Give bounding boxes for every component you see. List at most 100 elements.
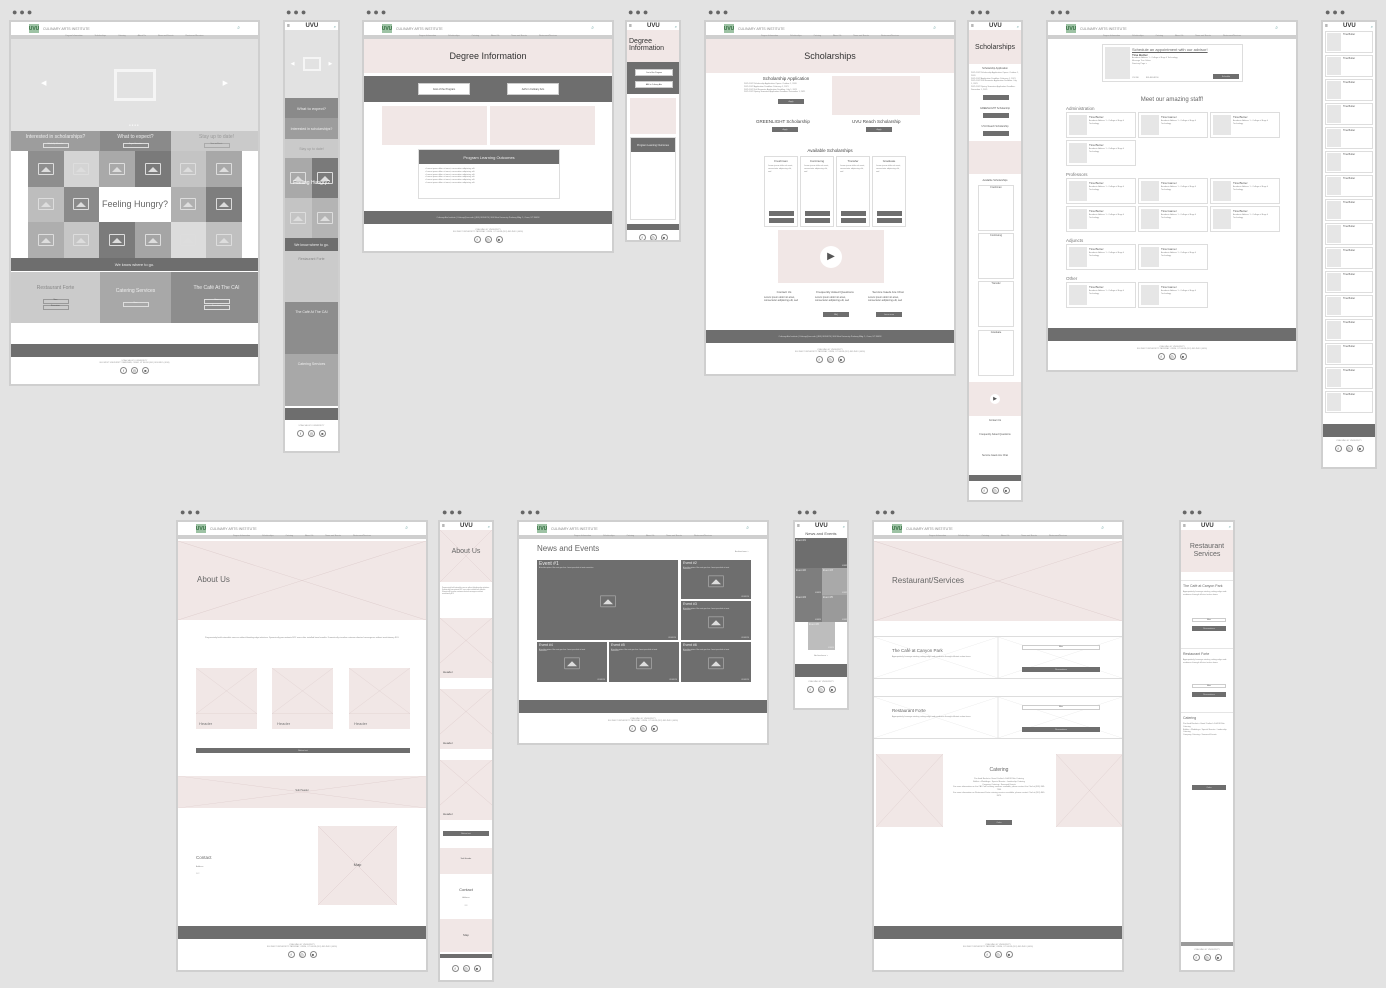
- instagram-icon[interactable]: ◎: [462, 965, 470, 972]
- uvu-logo[interactable]: UVU: [1201, 523, 1214, 529]
- facebook-icon[interactable]: f: [473, 236, 481, 243]
- reservations-button[interactable]: Reservations: [1022, 727, 1100, 732]
- video-placeholder[interactable]: ▶: [778, 230, 884, 283]
- uvu-logo[interactable]: UVU: [1066, 24, 1076, 33]
- catering-order-button[interactable]: Order: [986, 820, 1012, 825]
- twitter-icon[interactable]: ■: [309, 951, 317, 958]
- instagram-icon[interactable]: ◎: [1345, 445, 1353, 452]
- nav-item[interactable]: Scholarships: [1132, 35, 1143, 39]
- nav-item[interactable]: Scholarships: [958, 535, 969, 539]
- search-icon[interactable]: ⌕: [746, 525, 749, 531]
- instagram-icon[interactable]: ◎: [308, 430, 315, 437]
- menu-button[interactable]: Menu: [1022, 705, 1100, 710]
- apply-button[interactable]: [983, 95, 1009, 100]
- archive-link[interactable]: Archive/more >: [795, 655, 847, 658]
- twitter-icon[interactable]: ■: [1179, 353, 1187, 360]
- carousel-next-icon[interactable]: ▶: [223, 79, 228, 87]
- event-card[interactable]: Event #4 01/08/20: [795, 595, 822, 622]
- reservations-button[interactable]: Reservations: [1192, 692, 1226, 697]
- twitter-icon[interactable]: ■: [1214, 954, 1222, 961]
- search-icon[interactable]: ⌕: [334, 24, 336, 29]
- facebook-icon[interactable]: f: [980, 487, 988, 494]
- twitter-icon[interactable]: ■: [142, 367, 149, 374]
- facebook-icon[interactable]: f: [1192, 954, 1200, 961]
- menu-button[interactable]: Menu: [1022, 645, 1100, 650]
- menu-button[interactable]: Menu: [122, 302, 149, 307]
- instagram-icon[interactable]: ◎: [817, 686, 825, 693]
- facebook-icon[interactable]: f: [815, 356, 823, 363]
- search-icon[interactable]: ⌕: [1371, 24, 1373, 29]
- reach-apply-button[interactable]: Apply: [866, 127, 892, 132]
- nav-item[interactable]: Catering: [982, 535, 990, 539]
- card-apply-button[interactable]: [877, 211, 902, 216]
- nav-item[interactable]: About Us: [646, 535, 654, 539]
- facebook-icon[interactable]: f: [297, 430, 304, 437]
- apply-button[interactable]: Apply: [778, 99, 804, 104]
- promo-button[interactable]: News and Events: [203, 143, 230, 148]
- search-icon[interactable]: ⌕: [237, 25, 240, 31]
- hamburger-menu-icon[interactable]: ≡: [629, 23, 632, 29]
- schedule-button[interactable]: Schedule: [1213, 74, 1239, 79]
- nav-item[interactable]: Restaurant/Services: [694, 535, 712, 539]
- nav-item[interactable]: News and Events: [1195, 35, 1211, 39]
- site-title[interactable]: CULINARY ARTS INSTITUTE: [551, 527, 598, 531]
- menu-button[interactable]: Menu: [1192, 684, 1226, 688]
- site-title[interactable]: CULINARY ARTS INSTITUTE: [1080, 27, 1127, 31]
- uvu-logo[interactable]: UVU: [460, 523, 473, 529]
- faq-button[interactable]: FAQ: [823, 312, 849, 317]
- search-icon[interactable]: ⌕: [488, 524, 490, 529]
- instagram-icon[interactable]: ◎: [131, 367, 138, 374]
- facebook-icon[interactable]: f: [1157, 353, 1165, 360]
- facebook-icon[interactable]: f: [983, 951, 991, 958]
- event-card[interactable]: Event #4 A brief description of the event…: [537, 642, 607, 682]
- site-title[interactable]: CULINARY ARTS INSTITUTE: [396, 27, 443, 31]
- reservations-button[interactable]: Reservations: [42, 305, 69, 310]
- nav-item[interactable]: About Us: [1001, 535, 1009, 539]
- twitter-icon[interactable]: ■: [650, 725, 658, 732]
- uvu-logo[interactable]: UVU: [1343, 23, 1356, 29]
- event-card[interactable]: Event #2 A brief description of the event…: [681, 560, 751, 599]
- twitter-icon[interactable]: ■: [1005, 951, 1013, 958]
- uvu-logo[interactable]: UVU: [724, 24, 734, 33]
- card-apply-button[interactable]: [769, 211, 794, 216]
- uvu-logo[interactable]: UVU: [892, 524, 902, 533]
- aas-culinary-arts-button[interactable]: AAS in Culinary Arts: [635, 81, 673, 88]
- nav-item[interactable]: Degree Information: [233, 535, 250, 539]
- uvu-logo[interactable]: UVU: [306, 23, 319, 29]
- facebook-icon[interactable]: f: [628, 725, 636, 732]
- hamburger-menu-icon[interactable]: ≡: [442, 523, 445, 529]
- nav-item[interactable]: Scholarships: [262, 535, 273, 539]
- nav-item[interactable]: Catering: [286, 535, 294, 539]
- facebook-icon[interactable]: f: [806, 686, 814, 693]
- twitter-icon[interactable]: ■: [660, 234, 668, 240]
- search-icon[interactable]: ⌕: [1275, 25, 1278, 31]
- chat-button[interactable]: Learn more: [876, 312, 902, 317]
- search-icon[interactable]: ⌕: [933, 25, 936, 31]
- about-button[interactable]: Button text: [443, 831, 489, 836]
- uvu-logo[interactable]: UVU: [647, 23, 660, 29]
- uvu-logo[interactable]: UVU: [382, 24, 392, 33]
- instagram-icon[interactable]: ◎: [826, 356, 834, 363]
- instagram-icon[interactable]: ◎: [1203, 954, 1211, 961]
- search-icon[interactable]: ⌕: [591, 25, 594, 31]
- hamburger-menu-icon[interactable]: ≡: [797, 523, 800, 529]
- instagram-icon[interactable]: ◎: [639, 725, 647, 732]
- uvu-logo[interactable]: UVU: [29, 24, 39, 33]
- card-learn-button[interactable]: [841, 218, 866, 223]
- instagram-icon[interactable]: ◎: [991, 487, 999, 494]
- twitter-icon[interactable]: ■: [1356, 445, 1364, 452]
- event-card[interactable]: Event #2 01/08/20: [795, 568, 822, 595]
- nav-item[interactable]: Catering: [627, 535, 635, 539]
- nav-item[interactable]: Restaurant/Services: [1049, 535, 1067, 539]
- instagram-icon[interactable]: ◎: [298, 951, 306, 958]
- advisor-directory[interactable]: Directory Page >: [1132, 63, 1147, 66]
- nav-item[interactable]: About Us: [305, 535, 313, 539]
- card-learn-button[interactable]: [805, 218, 830, 223]
- card-apply-button[interactable]: [841, 211, 866, 216]
- twitter-icon[interactable]: ■: [828, 686, 836, 693]
- cost-of-program-button[interactable]: Cost of the Program: [635, 69, 673, 76]
- instagram-icon[interactable]: ◎: [484, 236, 492, 243]
- reservations-button[interactable]: Reservations: [1192, 626, 1226, 631]
- site-title[interactable]: CULINARY ARTS INSTITUTE: [43, 27, 90, 31]
- play-icon[interactable]: ▶: [820, 245, 842, 268]
